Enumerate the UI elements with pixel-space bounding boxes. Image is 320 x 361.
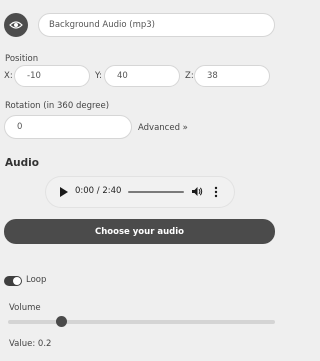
position-z-input[interactable] <box>194 65 270 87</box>
play-icon[interactable] <box>60 187 68 197</box>
choose-audio-button[interactable]: Choose your audio <box>4 219 275 244</box>
eye-icon <box>9 21 23 29</box>
audio-time: 0:00 / 2:40 <box>75 186 122 196</box>
loop-toggle[interactable] <box>4 276 22 286</box>
position-label: Position <box>5 54 39 64</box>
layer-name-input[interactable] <box>38 13 275 37</box>
more-vertical-icon[interactable] <box>214 186 218 198</box>
loop-toggle-knob <box>13 277 21 285</box>
volume-slider-thumb[interactable] <box>56 316 68 327</box>
position-x-input[interactable] <box>14 65 90 87</box>
advanced-link[interactable]: Advanced » <box>138 123 188 133</box>
visibility-toggle-button[interactable] <box>4 13 28 37</box>
position-z-label: Z: <box>185 71 194 81</box>
volume-slider[interactable] <box>8 316 275 327</box>
volume-value: Value: 0.2 <box>9 339 52 349</box>
audio-player: 0:00 / 2:40 <box>46 177 234 207</box>
rotation-label: Rotation (in 360 degree) <box>5 101 110 111</box>
position-y-input[interactable] <box>104 65 180 87</box>
volume-label: Volume <box>9 303 41 313</box>
loop-label: Loop <box>26 275 47 285</box>
position-y-label: Y: <box>95 71 102 81</box>
position-x-label: X: <box>4 71 13 81</box>
volume-icon[interactable] <box>192 186 203 197</box>
audio-seek-bar[interactable] <box>128 191 184 193</box>
audio-section-title: Audio <box>5 157 39 169</box>
rotation-input[interactable] <box>4 115 132 139</box>
